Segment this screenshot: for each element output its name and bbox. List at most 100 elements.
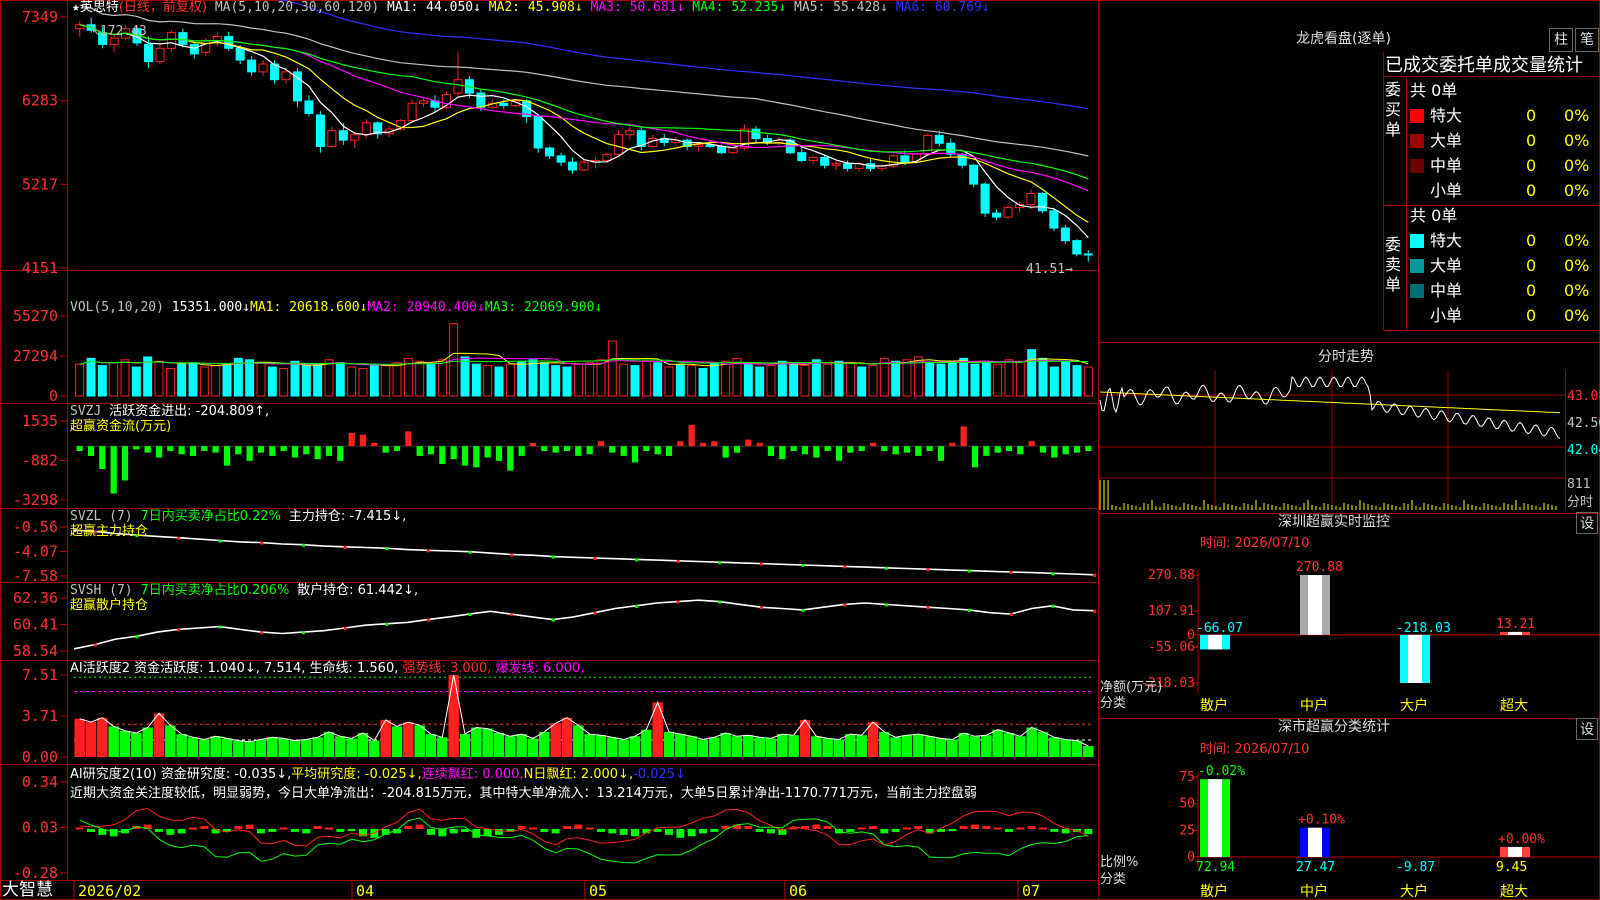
candle-body (992, 212, 1002, 218)
kline-panel[interactable]: 7349 6283 5217 4151 (22, 0, 1093, 277)
order-pct: 0% (1564, 231, 1590, 250)
svzl-panel[interactable]: -0.56 -4.07 -7.58 (13, 518, 1096, 585)
volume-bar (891, 360, 901, 397)
research-red-line (79, 807, 1089, 847)
activity-bar (607, 737, 618, 757)
candle-body (327, 130, 337, 147)
y-tick-label: 27294 (13, 347, 58, 365)
bar-mode-button[interactable]: 柱 (1549, 28, 1573, 52)
research-bar (336, 828, 345, 832)
y-tick-label: 7.51 (22, 666, 58, 684)
flow-bar (439, 446, 446, 465)
research-bar (200, 826, 209, 829)
research-bar (982, 826, 991, 829)
order-value: 0 (1526, 306, 1537, 325)
research-bar (597, 828, 605, 832)
research-bar (177, 828, 186, 834)
candle-body (923, 134, 933, 155)
flow-bar (1028, 441, 1035, 447)
holding-dot (718, 561, 722, 565)
holding-dot (676, 559, 680, 563)
activity-bar (1003, 732, 1015, 757)
volume-bar (993, 363, 1003, 397)
sz-class-settings-button[interactable]: 设 (1576, 718, 1598, 740)
svzj-line2: 超赢资金流(万元) (70, 419, 172, 434)
volume-bar (675, 363, 685, 397)
sz-monitor-settings-button[interactable]: 设 (1576, 512, 1598, 534)
order-type-label: 特大 (1430, 231, 1463, 250)
longhu-header: 已成交委托单成交量统计 (1385, 55, 1583, 76)
volume-bar (120, 359, 130, 397)
research-bar (1016, 827, 1025, 830)
flow-bar (1062, 446, 1069, 455)
flow-bar (427, 446, 435, 455)
activity-bar (539, 731, 550, 757)
activity-bar (74, 718, 85, 757)
holding-dot (135, 635, 139, 639)
research-bar (812, 824, 821, 829)
svzl-title: SVZL (7) (70, 509, 133, 524)
volume-bar (177, 363, 187, 397)
ai-activity-panel[interactable]: 7.51 3.71 0.00 (22, 666, 1094, 766)
x-tick-label: 2026/02 (78, 882, 141, 900)
volume-bar (653, 362, 663, 397)
flow-bar (87, 446, 95, 456)
candle-body (820, 156, 830, 166)
svzl-line2: 超赢主力持仓 (70, 524, 149, 539)
ma1-label: MA1: 44.050↓ (387, 0, 481, 15)
activity-bar (618, 739, 629, 757)
monitor-tick-label: 25 (1179, 823, 1195, 838)
activity-bar (493, 732, 505, 757)
volume-bar (267, 366, 277, 397)
research-bar (245, 824, 254, 829)
holding-dot (1093, 573, 1096, 577)
sz-class-xlabel: 分类 (1100, 872, 1127, 887)
holding-dot (843, 603, 847, 607)
pen-mode-button[interactable]: 笔 (1575, 28, 1599, 52)
holding-dot (385, 547, 389, 551)
flow-bar (552, 446, 559, 453)
y-tick-label: 6283 (22, 92, 58, 110)
activity-bar (1060, 739, 1071, 757)
flow-bar (314, 446, 321, 460)
activity-bar (289, 740, 301, 757)
fenshi-chart[interactable]: 43.08 42.56 42.04 811 分时 (1098, 370, 1600, 510)
activity-bar (958, 732, 969, 757)
flow-bar (699, 442, 707, 447)
chart-area[interactable]: 7349 6283 5217 4151 55270 27294 0 1535 -882 -32… (0, 0, 1600, 900)
research-bar (971, 824, 979, 829)
flow-bar (665, 446, 673, 456)
volume-panel[interactable]: 55270 27294 0 (13, 307, 1093, 405)
activity-bar (879, 731, 890, 757)
order-pct: 0% (1564, 281, 1590, 300)
volume-bar (324, 359, 334, 397)
svsh-panel[interactable]: 62.36 60.41 58.54 (13, 589, 1096, 660)
volume-bar (789, 362, 799, 397)
activity-bar (561, 717, 573, 757)
svzj-line1: 活跃资金进出: -204.809↑, (109, 404, 270, 419)
sz-class-chart: 75 50 25 072.94 散户 27.47 中户 -9.87 大户 9.45 超大 -0.02%… (1179, 764, 1600, 900)
flow-bar (178, 446, 185, 455)
activity-bar (85, 722, 97, 757)
activity-bar (471, 727, 482, 757)
volume-bar (301, 365, 311, 397)
volume-bar (165, 367, 175, 397)
activity-bar (108, 726, 119, 757)
activity-bar (278, 738, 289, 757)
longhu-row: 大单 0 0% (1410, 131, 1600, 151)
activity-bar (1037, 731, 1049, 757)
activity-bar (675, 734, 686, 757)
candle-body (361, 122, 371, 136)
holding-dot (843, 565, 847, 569)
svzj-panel[interactable]: 1535 -882 -3298 (13, 412, 1094, 509)
research-bar (710, 828, 719, 832)
volume-bar (834, 360, 844, 397)
candle-body (189, 43, 199, 55)
flow-bar (473, 446, 480, 468)
order-pct: 0% (1564, 181, 1590, 200)
holding-dot (426, 618, 430, 622)
research-bar (993, 827, 1002, 830)
volume-bar (222, 363, 232, 397)
ai2-avg: 平均研究度: -0.025↓, (291, 767, 422, 782)
volume-bar (75, 363, 85, 397)
